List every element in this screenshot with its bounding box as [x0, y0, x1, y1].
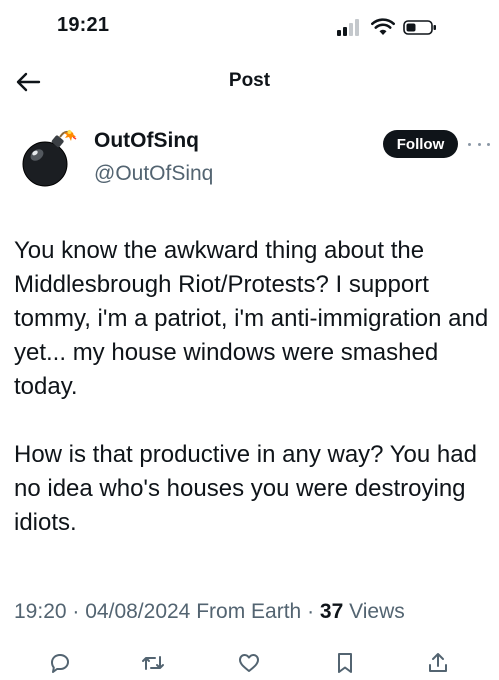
meta-separator: · — [307, 600, 315, 623]
tweet-date[interactable]: 04/08/2024 — [85, 600, 190, 623]
more-dot — [477, 142, 481, 146]
views-count[interactable]: 37 — [320, 600, 343, 623]
share-button[interactable] — [425, 650, 451, 676]
battery-icon — [403, 20, 436, 35]
author-row: OutOfSinq @OutOfSinq Follow — [0, 118, 499, 198]
bookmark-button[interactable] — [332, 650, 358, 676]
share-icon — [429, 653, 447, 672]
tweet-text: You know the awkward thing about the Mid… — [14, 234, 492, 540]
more-horizontal-icon[interactable] — [468, 136, 490, 152]
nav-header: Post — [0, 60, 499, 104]
tweet-time[interactable]: 19:20 — [14, 600, 67, 623]
views-label[interactable]: Views — [349, 600, 405, 623]
status-bar: 19:21 — [0, 0, 499, 60]
repost-button[interactable] — [140, 650, 166, 676]
like-button[interactable] — [236, 650, 262, 676]
tweet-meta: 19:20 · 04/08/2024 From Earth · 37 Views — [14, 600, 494, 624]
reply-icon — [51, 654, 69, 673]
signal-icon — [337, 19, 359, 36]
page-title: Post — [228, 70, 271, 91]
tweet-source: From Earth — [196, 600, 302, 623]
tweet-paragraph: How is that productive in any way? You h… — [14, 441, 477, 536]
follow-button[interactable]: Follow — [383, 130, 458, 158]
bookmark-icon — [338, 653, 352, 673]
tweet-paragraph: You know the awkward thing about the Mid… — [14, 237, 489, 400]
status-icons — [337, 18, 457, 36]
meta-separator: · — [72, 600, 80, 623]
user-handle[interactable]: @OutOfSinq — [94, 162, 213, 186]
avatar[interactable] — [14, 122, 82, 190]
repost-icon — [142, 656, 164, 670]
more-dot — [487, 142, 490, 146]
more-dot — [468, 142, 471, 146]
bomb-icon — [14, 122, 82, 190]
action-bar — [0, 646, 499, 680]
heart-icon — [239, 654, 259, 672]
wifi-icon — [371, 18, 395, 35]
reply-button[interactable] — [47, 650, 73, 676]
display-name[interactable]: OutOfSinq — [94, 129, 199, 153]
status-time: 19:21 — [57, 14, 110, 36]
